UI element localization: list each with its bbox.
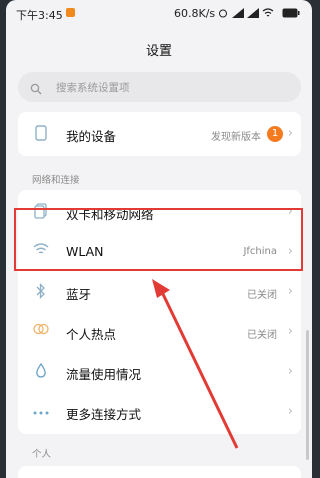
annotation-arrow: [152, 279, 239, 449]
